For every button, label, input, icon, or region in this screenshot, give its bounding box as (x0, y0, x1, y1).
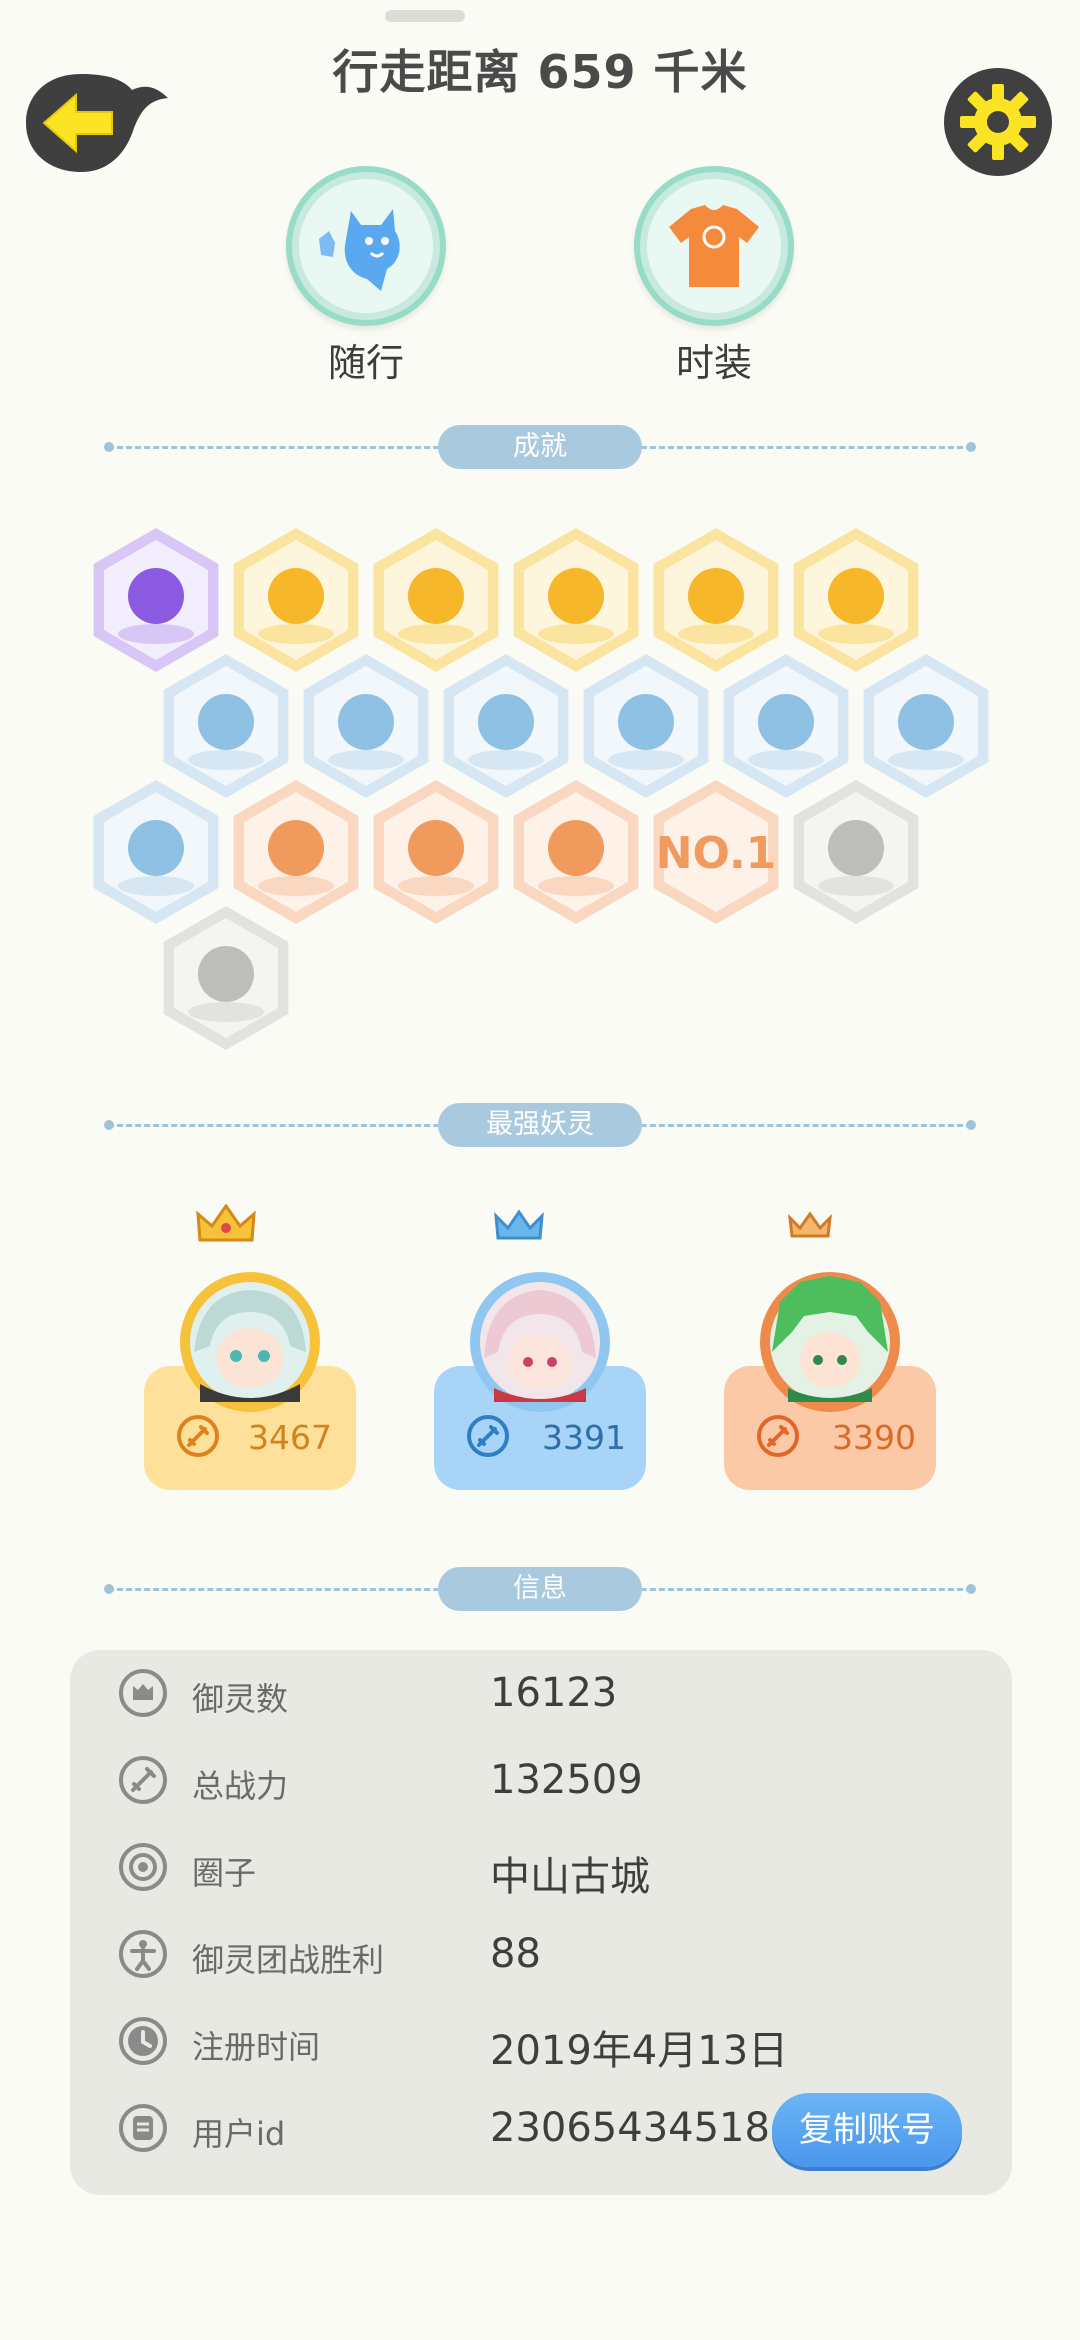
badge-base (538, 876, 614, 896)
info-row-team-wins: 御灵团战胜利 88 (118, 1919, 1018, 1989)
yin-yang-swirl-badge[interactable] (653, 528, 779, 672)
info-value: 23065434518 (490, 2105, 770, 2151)
badge-base (748, 750, 824, 770)
info-value: 132509 (490, 1757, 643, 1803)
sword-icon (467, 1415, 509, 1457)
badge-base (118, 876, 194, 896)
badge-emblem (268, 820, 324, 876)
badge-emblem (828, 820, 884, 876)
badge-base (608, 750, 684, 770)
divider-dot (104, 1120, 114, 1130)
badge-emblem (758, 694, 814, 750)
badge-text: NO.1 (656, 828, 777, 879)
circle-target-icon (119, 1843, 167, 1891)
dragon-badge[interactable] (583, 654, 709, 798)
badge-emblem (268, 568, 324, 624)
badge-emblem (198, 946, 254, 1002)
divider-dot (104, 1584, 114, 1594)
purple-demon-badge[interactable] (93, 528, 219, 672)
shoe-badge[interactable] (163, 654, 289, 798)
crown-blue-icon (494, 1208, 544, 1248)
crown-orange-icon (788, 1210, 832, 1246)
sword-icon (177, 1415, 219, 1457)
book-fox-badge[interactable] (93, 780, 219, 924)
badge-base (888, 750, 964, 770)
achievement-grid: NO.1 (93, 528, 989, 1050)
badge-emblem (898, 694, 954, 750)
creature-badge[interactable] (863, 654, 989, 798)
badge-emblem (688, 568, 744, 624)
section-title-strongest: 最强妖灵 (438, 1103, 642, 1147)
badge-emblem (408, 820, 464, 876)
clock-icon (119, 2017, 167, 2065)
info-row-register-time: 注册时间 2019年4月13日 (118, 2006, 1018, 2076)
badge-base (818, 876, 894, 896)
badge-base (538, 624, 614, 644)
info-row-circle: 圈子 中山古城 (118, 1832, 1018, 1902)
info-row-spirit-count: 御灵数 16123 (118, 1658, 1018, 1728)
crown-gold-icon (196, 1203, 256, 1250)
badge-base (818, 624, 894, 644)
badge-base (328, 750, 404, 770)
info-label: 注册时间 (192, 2028, 321, 2066)
info-row-total-power: 总战力 132509 (118, 1745, 1018, 1815)
moon-sun-badge[interactable] (373, 528, 499, 672)
info-value: 2019年4月13日 (490, 2028, 789, 2074)
spirit-power-value: 3391 (542, 1418, 626, 1457)
sun-badge[interactable] (233, 528, 359, 672)
sword-icon (757, 1415, 799, 1457)
badge-emblem (128, 568, 184, 624)
shield-badge[interactable] (723, 654, 849, 798)
badge-base (258, 624, 334, 644)
badge-base (258, 876, 334, 896)
badge-emblem (338, 694, 394, 750)
badge-emblem (478, 694, 534, 750)
badge-emblem (198, 694, 254, 750)
horned-beast-badge[interactable] (513, 780, 639, 924)
badge-base (188, 750, 264, 770)
crossed-swords-badge[interactable] (163, 906, 289, 1050)
info-label: 总战力 (192, 1767, 289, 1805)
section-title-info: 信息 (438, 1567, 642, 1611)
info-value: 16123 (490, 1670, 618, 1716)
crystal-badge[interactable] (303, 654, 429, 798)
badge-base (188, 1002, 264, 1022)
divider-dot (966, 1120, 976, 1130)
badge-base (678, 624, 754, 644)
sword-icon (119, 1756, 167, 1804)
no1-badge[interactable]: NO.1 (653, 780, 779, 924)
divider-dot (966, 1584, 976, 1594)
badge-emblem (408, 568, 464, 624)
avatar[interactable] (470, 1272, 610, 1412)
spirit-power-value: 3467 (248, 1418, 332, 1457)
info-label: 御灵数 (192, 1680, 289, 1718)
avatar[interactable] (180, 1272, 320, 1412)
badge-emblem (618, 694, 674, 750)
trophy-figure-icon (119, 1930, 167, 1978)
badge-base (398, 876, 474, 896)
info-value: 中山古城 (490, 1854, 650, 1900)
fox-lollipop-badge[interactable] (373, 780, 499, 924)
info-label: 用户id (192, 2115, 286, 2153)
badge-base (118, 624, 194, 644)
orb-badge[interactable] (513, 528, 639, 672)
spirit-power-value: 3390 (832, 1418, 916, 1457)
scroll-yin-yang-badge[interactable] (793, 528, 919, 672)
badge-emblem (828, 568, 884, 624)
badge-emblem (128, 820, 184, 876)
badge-emblem (548, 568, 604, 624)
badge-base (468, 750, 544, 770)
info-label: 圈子 (192, 1854, 257, 1892)
id-card-icon (119, 2104, 167, 2152)
cart-cat-badge[interactable] (233, 780, 359, 924)
avatar[interactable] (760, 1272, 900, 1412)
spirit-count-icon (119, 1669, 167, 1717)
spirit-statue-badge[interactable] (443, 654, 569, 798)
copy-account-button[interactable]: 复制账号 (772, 2093, 962, 2167)
info-value: 88 (490, 1931, 541, 1977)
info-label: 御灵团战胜利 (192, 1941, 385, 1979)
locked-helmet-badge[interactable] (793, 780, 919, 924)
badge-base (398, 624, 474, 644)
badge-emblem (548, 820, 604, 876)
